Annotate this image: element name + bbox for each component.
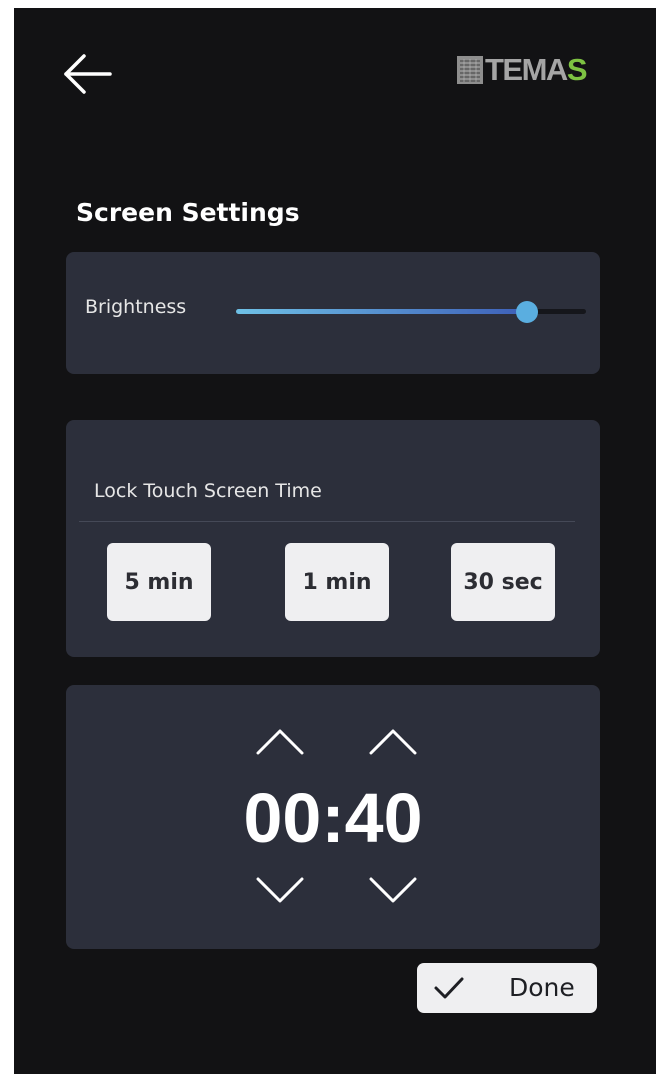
lock-screen-time-card: Lock Touch Screen Time 5 min 1 min 30 se… xyxy=(66,420,600,657)
arrow-left-icon xyxy=(64,54,112,94)
chevron-up-icon xyxy=(256,729,304,755)
done-button[interactable]: Done xyxy=(417,963,597,1013)
minutes-decrement-button[interactable] xyxy=(252,873,308,909)
done-label: Done xyxy=(509,973,575,1002)
logo-text: TEMAS xyxy=(485,50,588,90)
seconds-decrement-button[interactable] xyxy=(365,873,421,909)
brightness-slider[interactable] xyxy=(236,300,586,324)
logo-text-accent: S xyxy=(566,52,588,87)
page-title: Screen Settings xyxy=(76,198,300,227)
chevron-up-icon xyxy=(369,729,417,755)
slider-thumb[interactable] xyxy=(515,301,538,323)
screen-settings-screen: TEMAS Screen Settings Brightness Lock To… xyxy=(14,8,656,1074)
chevron-down-icon xyxy=(369,877,417,903)
lock-screen-time-label: Lock Touch Screen Time xyxy=(94,480,322,502)
chevron-down-icon xyxy=(256,877,304,903)
brightness-card: Brightness xyxy=(66,252,600,374)
brightness-label: Brightness xyxy=(85,296,187,318)
divider xyxy=(79,521,575,522)
minutes-increment-button[interactable] xyxy=(252,723,308,759)
logo-text-main: TEMA xyxy=(485,52,568,87)
brand-logo: TEMAS xyxy=(457,50,588,90)
fingerprint-logo-icon xyxy=(457,56,483,84)
timer-value: 00:40 xyxy=(243,779,423,857)
slider-fill xyxy=(236,309,527,314)
timer-picker-card: 00:40 xyxy=(66,685,600,949)
time-option-30-sec-button[interactable]: 30 sec xyxy=(451,543,555,621)
seconds-increment-button[interactable] xyxy=(365,723,421,759)
back-button[interactable] xyxy=(62,52,114,96)
checkmark-icon xyxy=(434,977,464,999)
time-option-1-min-button[interactable]: 1 min xyxy=(285,543,389,621)
time-option-5-min-button[interactable]: 5 min xyxy=(107,543,211,621)
